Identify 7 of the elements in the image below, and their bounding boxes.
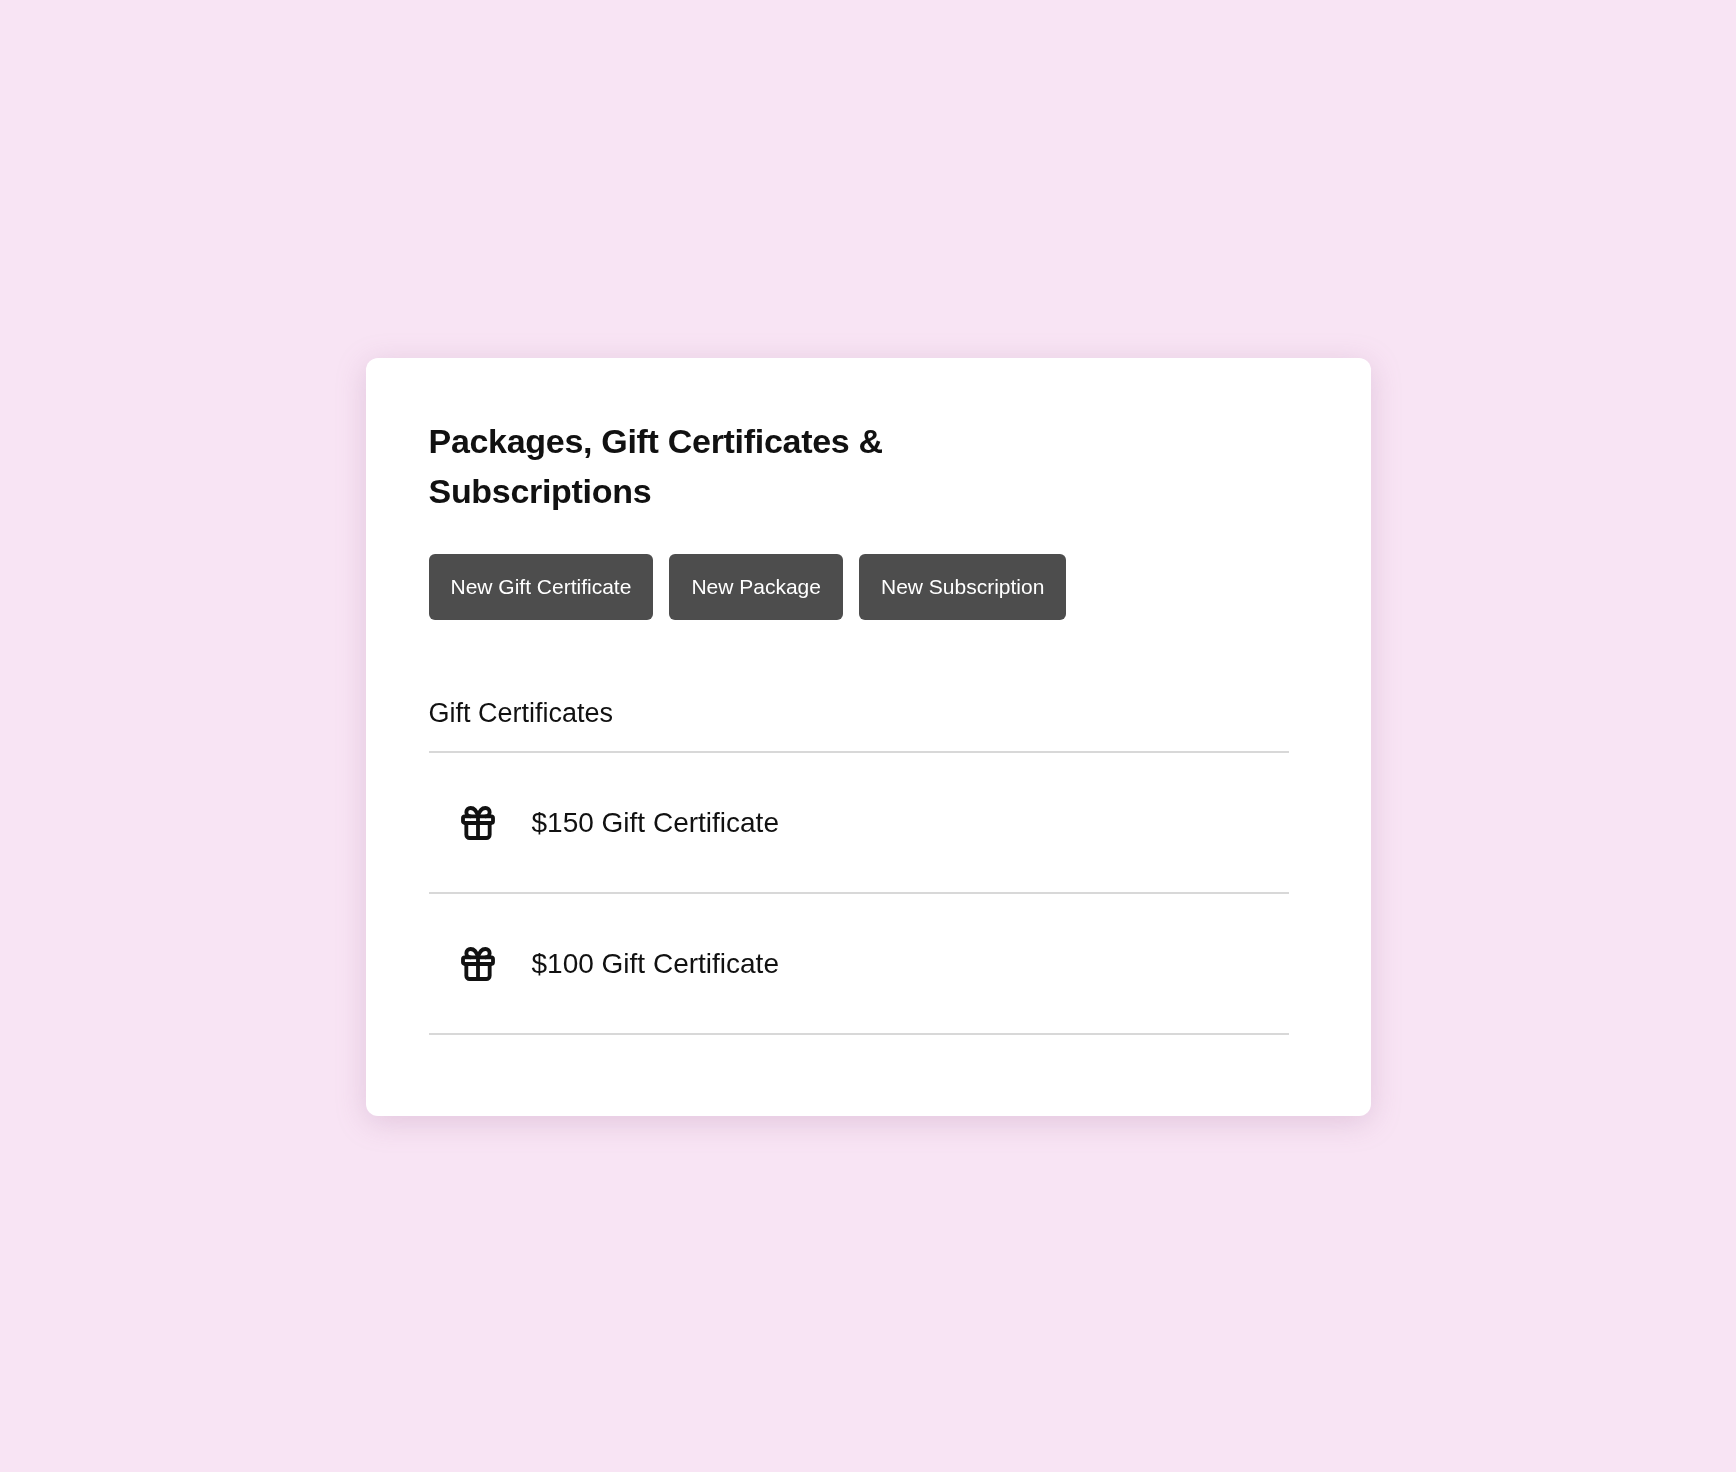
- page-title: Packages, Gift Certificates & Subscriptions: [428, 421, 884, 512]
- new-item-button[interactable]: New Package: [669, 554, 843, 620]
- new-item-button[interactable]: New Subscription: [858, 554, 1067, 620]
- new-item-button[interactable]: New Gift Certificate: [428, 554, 654, 620]
- certificate-name[interactable]: $150 Gift Certificate: [531, 806, 779, 839]
- section-heading: Gift Certificates: [428, 698, 1289, 753]
- certificate-name[interactable]: $100 Gift Certificate: [531, 947, 779, 980]
